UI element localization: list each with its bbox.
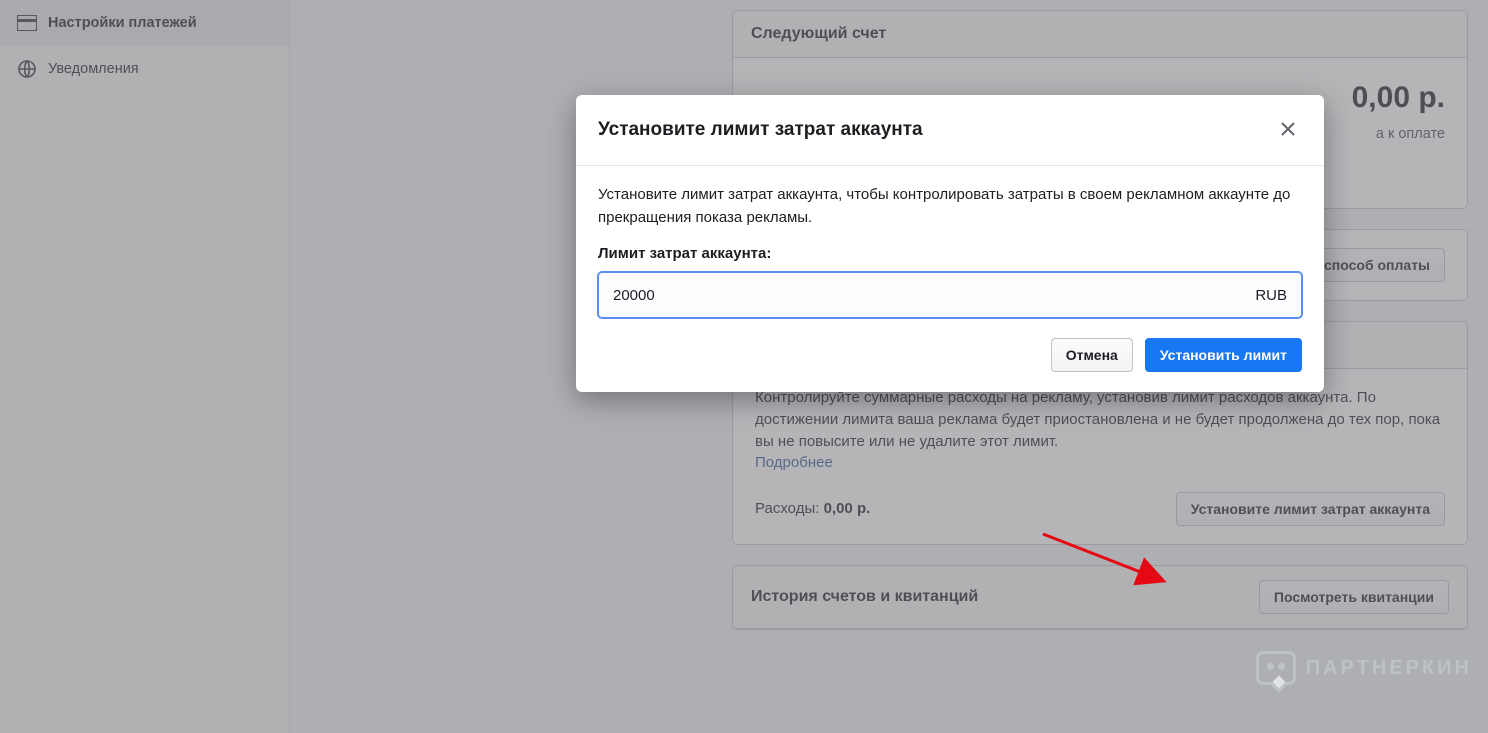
- currency-label: RUB: [1255, 287, 1287, 304]
- field-label: Лимит затрат аккаунта:: [598, 245, 1302, 262]
- cancel-button[interactable]: Отмена: [1051, 338, 1133, 372]
- close-icon[interactable]: [1274, 113, 1302, 147]
- spend-limit-input[interactable]: [613, 287, 1245, 304]
- modal-title: Установите лимит затрат аккаунта: [598, 119, 923, 141]
- submit-button[interactable]: Установить лимит: [1145, 338, 1302, 372]
- spend-limit-modal: Установите лимит затрат аккаунта Установ…: [576, 95, 1324, 392]
- spend-limit-input-wrap[interactable]: RUB: [598, 272, 1302, 318]
- modal-help-text: Установите лимит затрат аккаунта, чтобы …: [598, 184, 1302, 229]
